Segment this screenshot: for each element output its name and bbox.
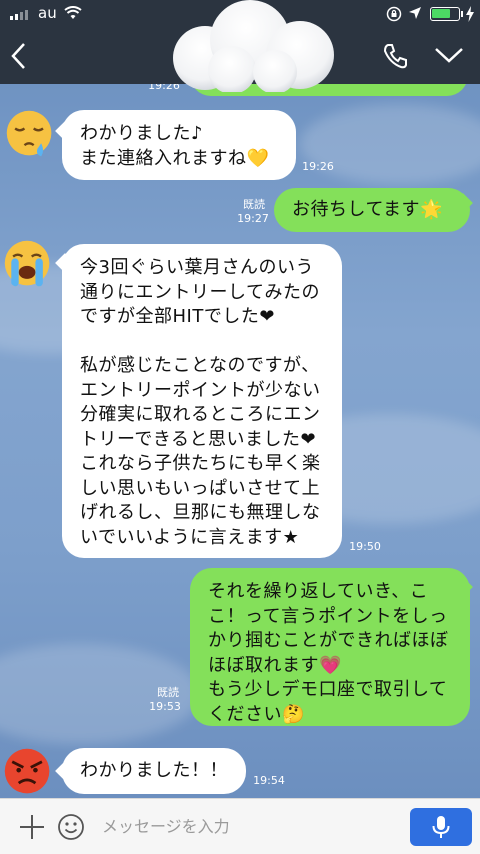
message-time: 19:27 [237,212,269,225]
microphone-icon [432,816,450,838]
crying-face-emoji-avatar[interactable] [2,238,54,290]
chat-area[interactable]: 19:26 わかりました♪ また連絡入れますね💛 19:26 既読 19:27 … [0,84,480,798]
wifi-icon [64,6,82,19]
chevron-down-icon[interactable] [434,46,464,64]
sleepy-face-emoji-avatar[interactable] [4,108,56,160]
signal-icon [10,10,28,20]
charging-icon [466,6,474,22]
read-receipt: 既読 [157,686,179,699]
message-time: 19:50 [349,540,381,553]
rotation-lock-icon [386,6,402,22]
cloud-sticker [173,0,334,92]
message-bubble-incoming[interactable]: わかりました！！ [62,748,246,794]
message-input[interactable]: メッセージを入力 [96,809,402,845]
carrier-label: au [38,4,57,22]
battery-icon [430,7,460,21]
input-bar: メッセージを入力 [0,798,480,854]
message-bubble-incoming[interactable]: わかりました♪ また連絡入れますね💛 [62,110,296,180]
back-chevron-icon[interactable] [10,42,28,70]
message-bubble-incoming[interactable]: 今3回ぐらい葉月さんのいう 通りにエントリーしてみたの ですが全部HITでした❤… [62,244,342,558]
phone-icon[interactable] [382,42,410,70]
message-time: 19:26 [302,160,334,173]
message-bubble-outgoing[interactable]: それを繰り返していき、こ こ！って言うポイントをしっ かり掴むことができればほぼ… [190,568,470,726]
voice-input-button[interactable] [410,808,472,846]
message-time: 19:53 [149,700,181,713]
location-icon [409,7,421,19]
message-bubble-outgoing[interactable]: お待ちしてます🌟 [274,188,470,232]
emoji-icon[interactable] [57,813,85,841]
angry-face-emoji-avatar[interactable] [2,746,54,798]
plus-icon[interactable] [18,813,46,841]
message-time: 19:54 [253,774,285,787]
read-receipt: 既読 [243,198,265,211]
